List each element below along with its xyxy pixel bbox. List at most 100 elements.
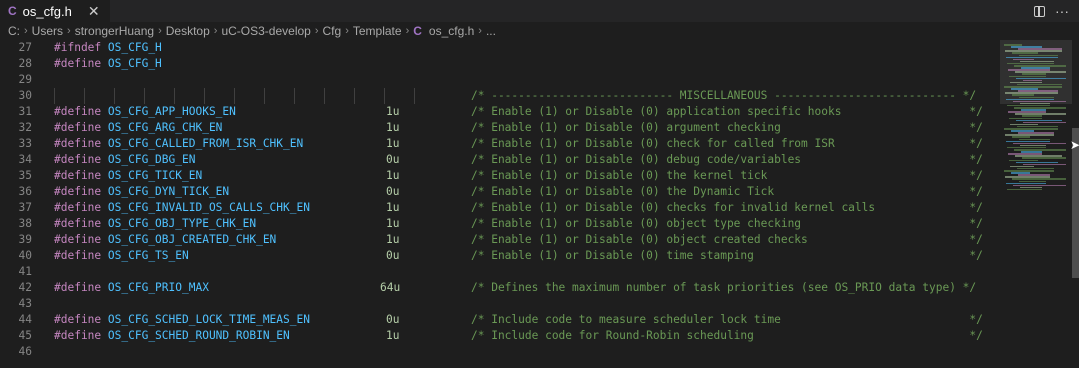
code-text: #define OS_CFG_DBG_EN (54, 152, 195, 168)
preprocessor-keyword: #define (54, 233, 102, 246)
code-line: 37 #define OS_CFG_INVALID_OS_CALLS_CHK_EN… (0, 200, 1000, 216)
code-text: #ifndef OS_CFG_H (54, 40, 162, 56)
c-file-icon: C (413, 24, 422, 38)
code-line: 39 #define OS_CFG_OBJ_CREATED_CHK_EN 1u /* … (0, 232, 1000, 248)
mouse-cursor-icon: ➤ (1070, 138, 1079, 152)
line-number: 44 (18, 313, 32, 326)
chevron-right-icon: › (314, 25, 319, 37)
code-comment: /* Defines the maximum number of task pr… (471, 281, 977, 294)
line-number: 41 (18, 265, 32, 278)
minimap[interactable] (1000, 40, 1072, 368)
macro-name: OS_CFG_CALLED_FROM_ISR_CHK_EN (107, 137, 304, 150)
code-line: 28 #define OS_CFG_H (0, 56, 1000, 72)
code-line: 41 (0, 264, 1000, 280)
code-comment: /* Enable (1) or Disable (0) application… (471, 105, 983, 118)
breadcrumb: C: › Users › strongerHuang › Desktop › uC-OS3-de… (0, 22, 1079, 40)
breadcrumb-item[interactable]: Users (32, 24, 63, 38)
line-number: 29 (18, 73, 32, 86)
macro-name: OS_CFG_ARG_CHK_EN (107, 121, 223, 134)
preprocessor-keyword: #define (54, 105, 102, 118)
code-line: 30 /* --------------------------- MISCELL… (0, 88, 1000, 104)
macro-value: 1u (386, 137, 400, 150)
macro-name: OS_CFG_H (107, 57, 162, 70)
preprocessor-keyword: #define (54, 329, 102, 342)
code-comment: /* Enable (1) or Disable (0) debug code/… (471, 153, 983, 166)
preprocessor-keyword: #define (54, 169, 102, 182)
macro-value: 1u (386, 105, 400, 118)
preprocessor-keyword: #define (54, 185, 102, 198)
code-comment: /* Include code for Round-Robin scheduli… (471, 329, 983, 342)
code-line: 42 #define OS_CFG_PRIO_MAX 64u /* Defines t… (0, 280, 1000, 296)
code-line: 45 #define OS_CFG_SCHED_ROUND_ROBIN_EN 1u /… (0, 328, 1000, 344)
line-number: 33 (18, 137, 32, 150)
chevron-right-icon: › (24, 25, 28, 37)
breadcrumb-item[interactable]: Cfg (323, 24, 342, 38)
code-text: #define OS_CFG_TICK_EN (54, 168, 202, 184)
macro-value: 64u (380, 281, 401, 294)
breadcrumb-file[interactable]: os_cfg.h (429, 24, 474, 38)
split-editor-icon[interactable] (1034, 5, 1045, 17)
tab-os-cfg-h[interactable]: C os_cfg.h ✕ (0, 0, 110, 22)
macro-value: 1u (386, 329, 400, 342)
macro-name: OS_CFG_TICK_EN (107, 169, 203, 182)
chevron-right-icon: › (405, 25, 410, 37)
line-number: 45 (18, 329, 32, 342)
editor-actions: ··· (1034, 0, 1079, 22)
macro-name: OS_CFG_SCHED_LOCK_TIME_MEAS_EN (107, 313, 310, 326)
line-number: 40 (18, 249, 32, 262)
line-number: 36 (18, 185, 32, 198)
macro-value: 1u (386, 169, 400, 182)
code-editor[interactable]: 27 #ifndef OS_CFG_H 28 #define OS_CFG_H 29 30… (0, 40, 1000, 368)
preprocessor-keyword: #define (54, 249, 102, 262)
code-text: #define OS_CFG_INVALID_OS_CALLS_CHK_EN (54, 200, 310, 216)
breadcrumb-item[interactable]: Desktop (166, 24, 210, 38)
code-comment: /* Enable (1) or Disable (0) object type… (471, 217, 983, 230)
code-line: 34 #define OS_CFG_DBG_EN 0u /* Enable (1) o… (0, 152, 1000, 168)
preprocessor-keyword: #define (54, 137, 102, 150)
code-text: #define OS_CFG_DYN_TICK_EN (54, 184, 229, 200)
breadcrumb-item[interactable]: uC-OS3-develop (221, 24, 310, 38)
breadcrumb-item[interactable]: strongerHuang (75, 24, 154, 38)
breadcrumb-ellipsis[interactable]: ... (486, 24, 496, 38)
code-line: 43 (0, 296, 1000, 312)
preprocessor-keyword: #define (54, 121, 102, 134)
breadcrumb-item[interactable]: C: (8, 24, 20, 38)
macro-value: 1u (386, 217, 400, 230)
chevron-right-icon: › (213, 25, 218, 37)
code-comment: /* Enable (1) or Disable (0) check for c… (471, 137, 983, 150)
code-text: #define OS_CFG_ARG_CHK_EN (54, 120, 222, 136)
macro-name: OS_CFG_DYN_TICK_EN (107, 185, 230, 198)
macro-name: OS_CFG_APP_HOOKS_EN (107, 105, 236, 118)
line-number: 35 (18, 169, 32, 182)
preprocessor-keyword: #define (54, 57, 102, 70)
line-number: 34 (18, 153, 32, 166)
close-icon[interactable]: ✕ (88, 4, 100, 18)
preprocessor-keyword: #define (54, 281, 102, 294)
line-number: 30 (18, 89, 32, 102)
macro-name: OS_CFG_H (107, 41, 162, 54)
code-line: 38 #define OS_CFG_OBJ_TYPE_CHK_EN 1u /* Ena… (0, 216, 1000, 232)
tab-title: os_cfg.h (22, 3, 72, 19)
c-file-icon: C (8, 4, 17, 18)
code-comment: /* Include code to measure scheduler loc… (471, 313, 983, 326)
code-line: 32 #define OS_CFG_ARG_CHK_EN 1u /* Enable (… (0, 120, 1000, 136)
macro-value: 0u (386, 249, 400, 262)
macro-name: OS_CFG_SCHED_ROUND_ROBIN_EN (107, 329, 290, 342)
line-number: 37 (18, 201, 32, 214)
chevron-right-icon: › (67, 25, 71, 37)
macro-name: OS_CFG_TS_EN (107, 249, 189, 262)
code-line: 46 (0, 344, 1000, 360)
code-line: 31 #define OS_CFG_APP_HOOKS_EN 1u /* Enable… (0, 104, 1000, 120)
code-line: 35 #define OS_CFG_TICK_EN 1u /* Enable (1) … (0, 168, 1000, 184)
line-number: 42 (18, 281, 32, 294)
code-line: 40 #define OS_CFG_TS_EN 0u /* Enable (1) or… (0, 248, 1000, 264)
chevron-right-icon: › (158, 25, 162, 37)
macro-value: 0u (386, 313, 400, 326)
code-text: #define OS_CFG_APP_HOOKS_EN (54, 104, 236, 120)
more-actions-icon[interactable]: ··· (1055, 3, 1069, 19)
breadcrumb-item[interactable]: Template (353, 24, 402, 38)
vertical-scrollbar[interactable] (1072, 40, 1079, 368)
macro-name: OS_CFG_INVALID_OS_CALLS_CHK_EN (107, 201, 310, 214)
code-line: 27 #ifndef OS_CFG_H (0, 40, 1000, 56)
macro-name: OS_CFG_OBJ_CREATED_CHK_EN (107, 233, 277, 246)
